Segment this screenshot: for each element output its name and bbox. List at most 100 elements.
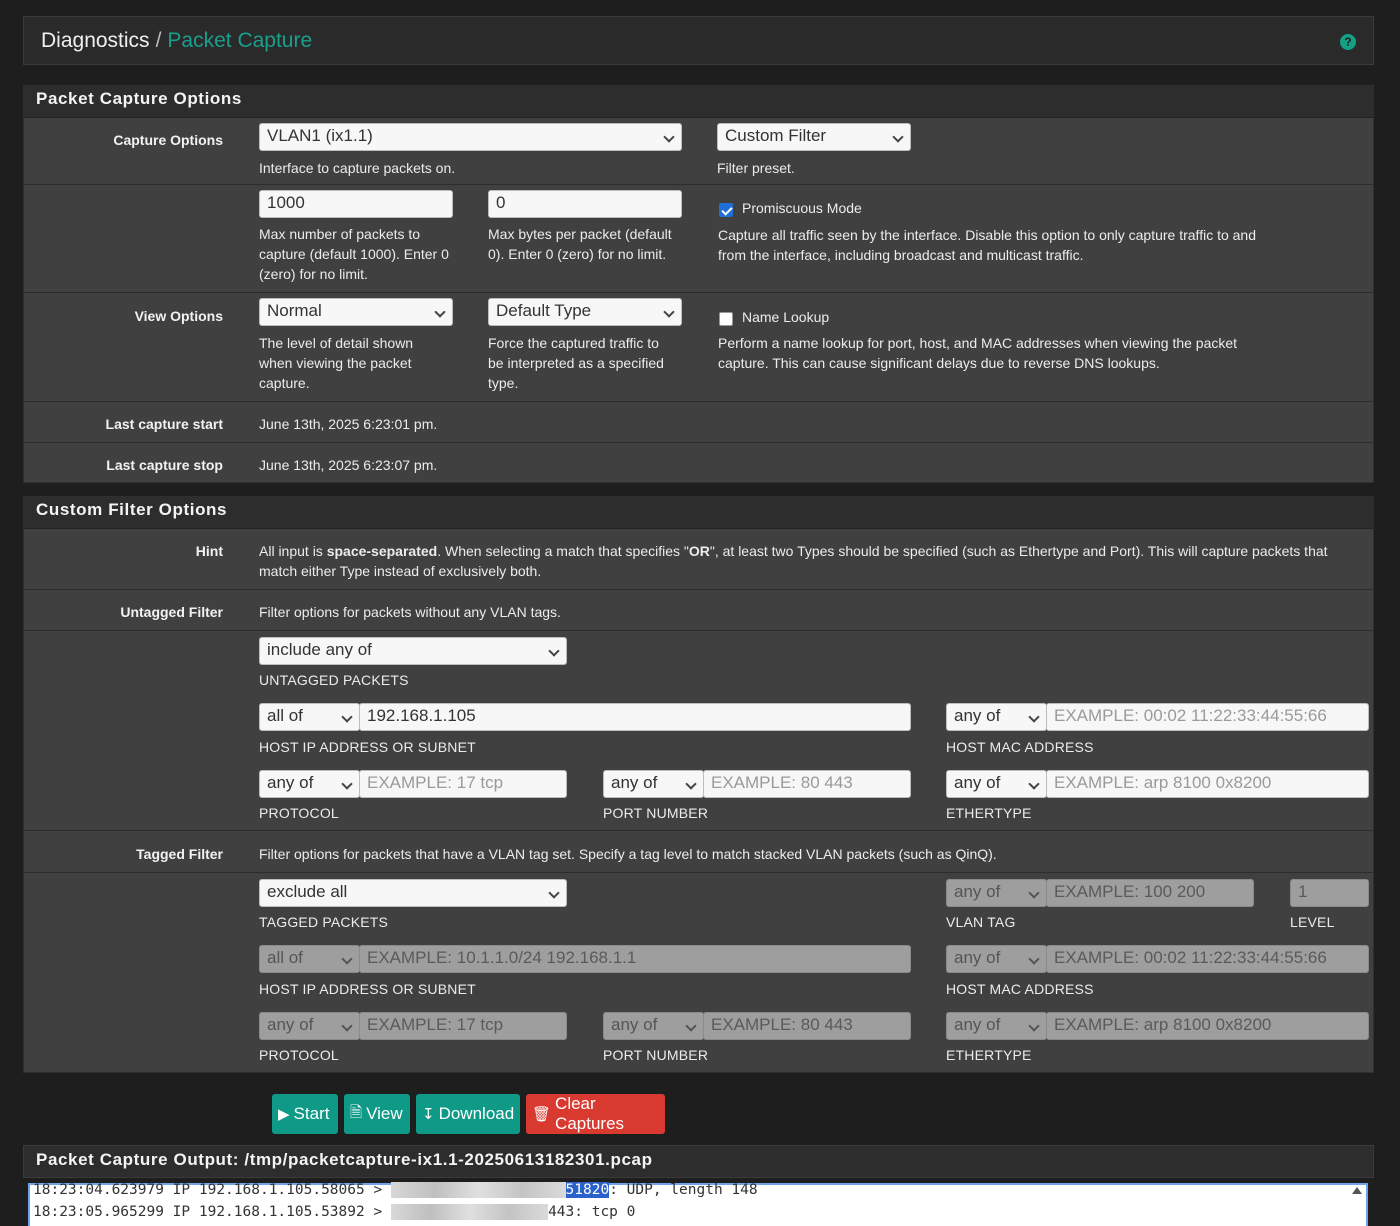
download-icon: ↧ [422,1106,435,1123]
u-proto-caption: PROTOCOL [259,805,339,821]
last-stop-value: June 13th, 2025 6:23:07 pm. [259,457,438,473]
output-line: 18:23:04.623979 IP 192.168.1.105.58065 >… [33,1182,758,1198]
promiscuous-label: Promiscuous Mode [742,200,862,216]
hint-label: Hint [195,543,223,559]
untagged-filter-row: Untagged Filter Filter options for packe… [24,590,1373,631]
t-port-input[interactable]: EXAMPLE: 80 443 [703,1012,911,1040]
view-button[interactable]: 🗎 View [344,1094,410,1134]
tagged-mode-select[interactable]: exclude all [259,879,567,907]
output-textarea[interactable]: 18:23:04.623979 IP 192.168.1.105.58065 >… [28,1182,1368,1226]
t-ether-match-select[interactable]: any of [946,1012,1047,1040]
last-start-label: Last capture start [105,416,223,432]
t-mac-match-select[interactable]: any of [946,945,1047,973]
filter-preset-select[interactable]: Custom Filter [717,123,911,151]
u-mac-input[interactable]: EXAMPLE: 00:02 11:22:33:44:55:66 [1046,703,1369,731]
u-ether-caption: ETHERTYPE [946,805,1032,821]
t-port-match-select[interactable]: any of [603,1012,704,1040]
t-ether-caption: ETHERTYPE [946,1047,1032,1063]
view-options-row: View Options Normal The level of detail … [24,293,1373,402]
scroll-up-arrow-icon[interactable] [1352,1187,1362,1194]
start-button[interactable]: ▶ Start [272,1094,338,1134]
custom-filter-options-panel: Custom Filter Options Hint All input is … [23,496,1374,1073]
view-options-label: View Options [134,308,223,324]
promiscuous-checkbox[interactable] [719,203,733,217]
u-ether-match-select[interactable]: any of [946,770,1047,798]
tagged-filter-label: Tagged Filter [136,846,223,862]
t-vlan-match-select[interactable]: any of [946,879,1047,907]
untagged-mode-caption: UNTAGGED PACKETS [259,672,409,688]
t-vlan-caption: VLAN TAG [946,914,1016,930]
breadcrumb-current[interactable]: Packet Capture [167,29,312,53]
t-port-caption: PORT NUMBER [603,1047,709,1063]
t-host-input[interactable]: EXAMPLE: 10.1.1.0/24 192.168.1.1 [359,945,911,973]
tagged-filter-row: Tagged Filter Filter options for packets… [24,831,1373,873]
output-line: 18:23:05.965299 IP 192.168.1.105.53892 >… [33,1204,636,1220]
t-mac-caption: HOST MAC ADDRESS [946,981,1094,997]
t-proto-input[interactable]: EXAMPLE: 17 tcp [359,1012,567,1040]
output-title: Packet Capture Output: /tmp/packetcaptur… [23,1145,1374,1178]
breadcrumb: Diagnostics / Packet Capture ? [23,16,1374,65]
t-mac-input[interactable]: EXAMPLE: 00:02 11:22:33:44:55:66 [1046,945,1369,973]
t-proto-match-select[interactable]: any of [259,1012,360,1040]
untagged-filter-label: Untagged Filter [120,604,223,620]
untagged-mode-select[interactable]: include any of [259,637,567,665]
u-mac-caption: HOST MAC ADDRESS [946,739,1094,755]
u-ether-input[interactable]: EXAMPLE: arp 8100 0x8200 [1046,770,1369,798]
panel-title: Custom Filter Options [24,497,1373,529]
name-lookup-help: Perform a name lookup for port, host, an… [718,335,1238,371]
tagged-filter-desc: Filter options for packets that have a V… [259,846,997,862]
max-packets-help: Max number of packets to capture (defaul… [259,226,449,282]
t-ether-input[interactable]: EXAMPLE: arp 8100 0x8200 [1046,1012,1369,1040]
interface-help: Interface to capture packets on. [259,160,456,176]
u-host-match-select[interactable]: all of [259,703,360,731]
u-host-caption: HOST IP ADDRESS OR SUBNET [259,739,476,755]
u-proto-match-select[interactable]: any of [259,770,360,798]
u-port-input[interactable]: EXAMPLE: 80 443 [703,770,911,798]
hint-row: Hint All input is space-separated. When … [24,529,1373,590]
last-start-value: June 13th, 2025 6:23:01 pm. [259,416,438,432]
file-icon: 🗎 [350,1103,363,1121]
name-lookup-checkbox[interactable] [719,312,733,326]
type-select[interactable]: Default Type [488,298,682,326]
u-port-caption: PORT NUMBER [603,805,709,821]
t-host-match-select[interactable]: all of [259,945,360,973]
name-lookup-label: Name Lookup [742,309,830,325]
t-host-caption: HOST IP ADDRESS OR SUBNET [259,981,476,997]
last-stop-label: Last capture stop [106,457,223,473]
u-mac-match-select[interactable]: any of [946,703,1047,731]
help-icon[interactable]: ? [1340,34,1356,50]
tagged-fields-row: exclude all TAGGED PACKETS any of EXAMPL… [24,873,1373,1073]
clear-captures-button[interactable]: 🗑 Clear Captures [526,1094,665,1134]
limits-row: 1000 Max number of packets to capture (d… [24,185,1373,293]
max-bytes-input[interactable]: 0 [488,190,682,218]
t-level-caption: LEVEL [1290,914,1335,930]
t-vlan-input[interactable]: EXAMPLE: 100 200 [1046,879,1254,907]
u-host-input[interactable]: 192.168.1.105 [359,703,911,731]
last-start-row: Last capture start June 13th, 2025 6:23:… [24,402,1373,443]
t-level-input[interactable]: 1 [1290,879,1369,907]
trash-icon: 🗑 [532,1106,552,1123]
download-button[interactable]: ↧ Download [416,1094,520,1134]
max-bytes-help: Max bytes per packet (default 0). Enter … [488,226,672,262]
promiscuous-help: Capture all traffic seen by the interfac… [718,227,1257,263]
play-icon: ▶ [278,1106,290,1123]
capture-options-label: Capture Options [113,132,223,148]
interface-select[interactable]: VLAN1 (ix1.1) [259,123,682,151]
u-proto-input[interactable]: EXAMPLE: 17 tcp [359,770,567,798]
untagged-fields-row: include any of UNTAGGED PACKETS all of 1… [24,631,1373,831]
u-port-match-select[interactable]: any of [603,770,704,798]
packet-capture-options-panel: Packet Capture Options Capture Options V… [23,85,1374,483]
filter-preset-help: Filter preset. [717,160,795,176]
t-proto-caption: PROTOCOL [259,1047,339,1063]
capture-options-row: Capture Options VLAN1 (ix1.1) Interface … [24,118,1373,185]
untagged-filter-desc: Filter options for packets without any V… [259,604,561,620]
detail-level-select[interactable]: Normal [259,298,453,326]
tagged-mode-caption: TAGGED PACKETS [259,914,389,930]
breadcrumb-separator: / [155,28,162,52]
panel-title: Packet Capture Options [24,86,1373,118]
last-stop-row: Last capture stop June 13th, 2025 6:23:0… [24,443,1373,483]
detail-level-help: The level of detail shown when viewing t… [259,335,414,391]
type-help: Force the captured traffic to be interpr… [488,335,664,391]
breadcrumb-root[interactable]: Diagnostics [41,29,150,53]
max-packets-input[interactable]: 1000 [259,190,453,218]
